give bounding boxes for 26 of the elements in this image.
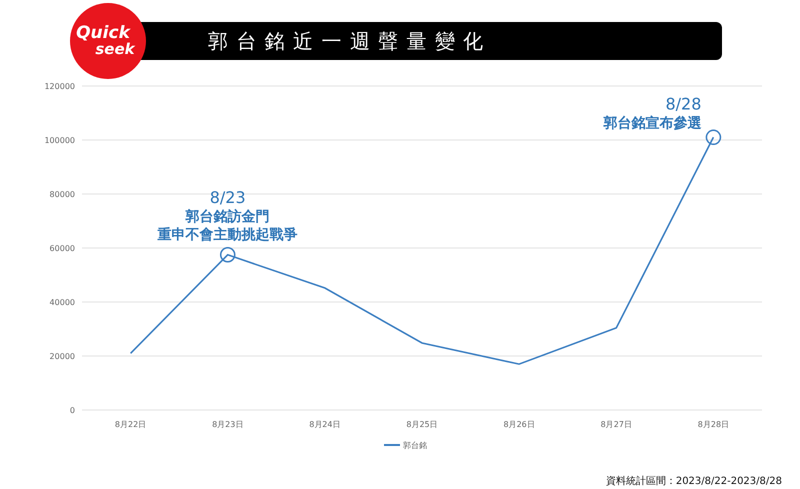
y-tick-label: 0	[70, 406, 75, 415]
y-tick-label: 40000	[50, 298, 75, 307]
x-tick-label: 8月25日	[406, 420, 438, 429]
x-tick-label: 8月23日	[212, 420, 244, 429]
x-tick-label: 8月24日	[309, 420, 340, 429]
x-tick-label: 8月26日	[504, 420, 535, 429]
y-tick-label: 60000	[50, 244, 75, 253]
y-tick-label: 120000	[44, 82, 75, 91]
logo-text: seek	[95, 42, 135, 57]
annotation-text: 郭台銘訪金門	[186, 208, 270, 225]
annotation-text: 8/23	[210, 188, 246, 207]
annotation-text: 8/28	[666, 94, 702, 114]
highlight-circle	[706, 130, 722, 146]
x-tick-label: 8月27日	[600, 420, 632, 429]
x-tick-label: 8月28日	[698, 420, 730, 429]
logo-text: Quick	[76, 25, 130, 42]
annotation-text: 郭台銘宣布參選	[603, 115, 702, 132]
footnote: 資料統計區間：2023/8/22-2023/8/28	[606, 474, 782, 488]
y-tick-label: 100000	[44, 136, 75, 145]
highlight-circle	[220, 247, 236, 262]
chart-title: 郭 台 銘 近 一 週 聲 量 變 化	[208, 28, 484, 54]
y-tick-label: 80000	[50, 190, 75, 199]
x-tick-label: 8月22日	[114, 420, 146, 429]
legend-label: 郭台銘	[403, 441, 427, 450]
y-tick-label: 20000	[50, 352, 75, 361]
annotation-text: 重申不會主動挑起戰爭	[158, 226, 298, 243]
